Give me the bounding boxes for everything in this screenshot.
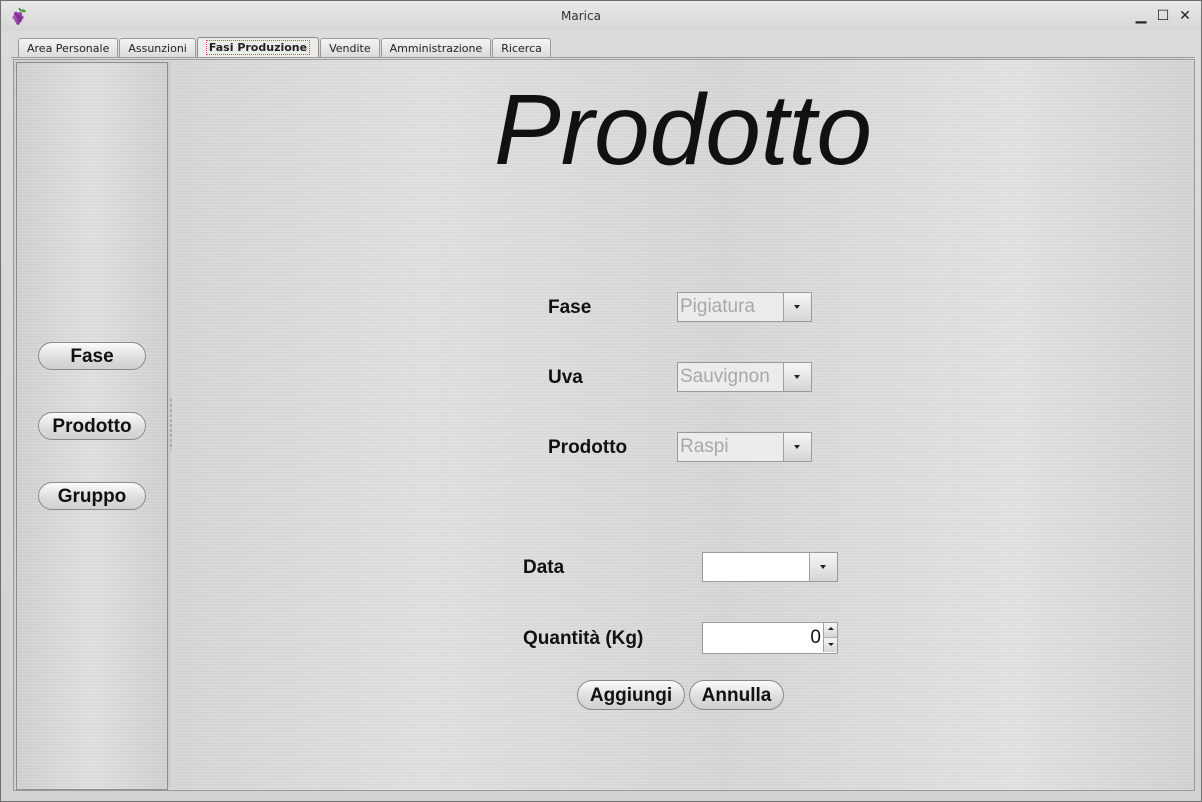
annulla-button[interactable]: Annulla [689,680,784,710]
uva-select[interactable]: Sauvignon [677,362,812,392]
application-window: Marica ▁ ☐ ✕ Area Personale Assunzioni F… [0,0,1202,802]
uva-select-value: Sauvignon [680,366,770,387]
tab-label: Assunzioni [128,42,187,55]
sidebar: Fase Prodotto Gruppo [16,62,168,790]
prodotto-label: Prodotto [548,437,628,458]
tab-assunzioni[interactable]: Assunzioni [119,38,196,58]
spinner-down-icon[interactable] [823,638,837,652]
fase-select-value: Pigiatura [680,296,755,317]
tab-label: Fasi Produzione [205,40,311,55]
chevron-down-icon[interactable] [783,363,811,391]
close-icon[interactable]: ✕ [1176,7,1194,25]
maximize-icon[interactable]: ☐ [1154,7,1172,25]
prodotto-select[interactable]: Raspi [677,432,812,462]
prodotto-select-value: Raspi [680,436,729,457]
date-picker[interactable] [702,552,838,582]
quantity-stepper[interactable]: 0 [702,622,838,654]
minimize-icon[interactable]: ▁ [1132,7,1150,25]
data-label: Data [523,557,565,578]
tab-label: Ricerca [501,42,542,55]
tab-ricerca[interactable]: Ricerca [492,38,551,58]
tab-fasi-produzione[interactable]: Fasi Produzione [196,37,320,57]
aggiungi-button[interactable]: Aggiungi [577,680,685,710]
chevron-down-icon[interactable] [783,293,811,321]
prodotto-button[interactable]: Prodotto [38,412,146,440]
window-title: Marica [561,9,601,23]
tab-panel-border [11,57,1195,58]
chevron-down-icon[interactable] [783,433,811,461]
fase-select[interactable]: Pigiatura [677,292,812,322]
tab-area-personale[interactable]: Area Personale [18,38,119,58]
tab-label: Area Personale [27,42,110,55]
quantita-label: Quantità (Kg) [523,628,644,649]
tab-amministrazione[interactable]: Amministrazione [380,38,492,58]
title-bar[interactable]: Marica ▁ ☐ ✕ [1,1,1201,31]
tab-label: Vendite [329,42,371,55]
uva-label: Uva [548,367,583,388]
fase-button[interactable]: Fase [38,342,146,370]
tab-vendite[interactable]: Vendite [320,38,380,58]
fase-label: Fase [548,297,592,318]
page-title: Prodotto [494,74,873,186]
gruppo-button[interactable]: Gruppo [38,482,146,510]
tab-label: Amministrazione [389,42,483,55]
tab-bar: Area Personale Assunzioni Fasi Produzion… [18,37,552,58]
chevron-down-icon[interactable] [809,553,837,581]
divider-grip-icon[interactable] [170,398,172,450]
tab-content-panel: Fase Prodotto Gruppo Prodotto Fase Pigia… [13,59,1195,791]
quantity-value: 0 [810,627,821,648]
spinner-up-icon[interactable] [823,623,837,638]
